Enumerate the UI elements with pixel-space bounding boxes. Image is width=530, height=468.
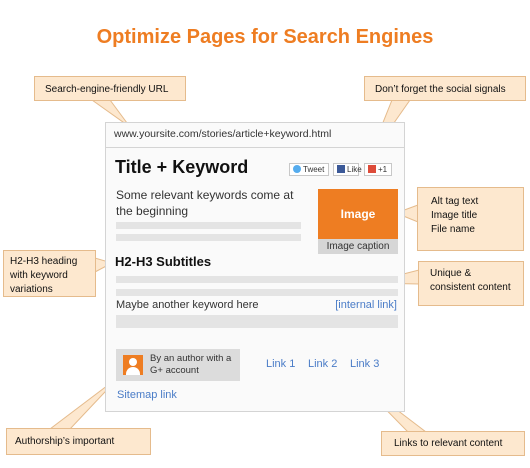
alt-callout-line: File name bbox=[431, 224, 475, 235]
h2-callout-line: H2-H3 heading bbox=[10, 256, 78, 267]
text-placeholder-bar bbox=[116, 289, 398, 296]
related-link-3: Link 3 bbox=[350, 358, 380, 370]
like-button: Like bbox=[333, 163, 362, 176]
authorship-callout: Authorship’s important bbox=[6, 428, 151, 455]
internal-link: [internal link] bbox=[335, 299, 397, 311]
related-link-1: Link 1 bbox=[266, 358, 296, 370]
text-placeholder-bar bbox=[116, 222, 301, 229]
another-keyword-text: Maybe another keyword here bbox=[116, 299, 259, 311]
url-divider bbox=[106, 147, 404, 148]
diagram-title: Optimize Pages for Search Engines bbox=[96, 26, 434, 48]
related-link-2: Link 2 bbox=[308, 358, 338, 370]
author-text: By an author with a G+ account bbox=[150, 353, 232, 376]
google-plus-icon bbox=[368, 165, 376, 173]
social-callout: Don’t forget the social signals bbox=[364, 76, 526, 101]
alt-tag-callout: Alt tag text Image title File name bbox=[417, 187, 524, 251]
tweet-button: Tweet bbox=[289, 163, 329, 176]
h2-callout-line: with keyword bbox=[10, 270, 68, 281]
url-callout: Search-engine-friendly URL bbox=[34, 76, 186, 101]
alt-callout-line: Alt tag text bbox=[431, 196, 479, 207]
page-heading: Title + Keyword bbox=[115, 157, 249, 177]
unique-content-callout: Unique & consistent content bbox=[418, 261, 524, 306]
image-caption: Image caption bbox=[318, 239, 398, 254]
text-placeholder-bar bbox=[116, 321, 398, 328]
author-box: By an author with a G+ account bbox=[116, 349, 240, 381]
text-placeholder-bar bbox=[116, 276, 398, 283]
keyword-paragraph: Some relevant keywords come at the begin… bbox=[116, 188, 294, 218]
h2-heading-callout: H2-H3 heading with keyword variations bbox=[3, 250, 96, 297]
plus-one-label: +1 bbox=[378, 165, 388, 174]
tweet-label: Tweet bbox=[303, 165, 325, 174]
author-avatar-icon bbox=[123, 355, 143, 375]
unique-callout-line: Unique & bbox=[430, 268, 472, 279]
twitter-icon bbox=[293, 165, 301, 173]
alt-callout-line: Image title bbox=[431, 210, 478, 221]
like-label: Like bbox=[347, 165, 362, 174]
links-callout: Links to relevant content bbox=[381, 431, 525, 456]
facebook-icon bbox=[337, 165, 345, 173]
text-placeholder-bar bbox=[116, 234, 301, 241]
page-url: www.yoursite.com/stories/article+keyword… bbox=[114, 128, 332, 140]
h2-callout-line: variations bbox=[10, 284, 53, 295]
sitemap-link: Sitemap link bbox=[117, 389, 177, 401]
web-page-mockup: www.yoursite.com/stories/article+keyword… bbox=[105, 122, 405, 412]
plus-one-button: +1 bbox=[364, 163, 392, 176]
subtitle-heading: H2-H3 Subtitles bbox=[115, 254, 212, 269]
unique-callout-line: consistent content bbox=[430, 282, 511, 293]
image-placeholder: Image bbox=[318, 189, 398, 239]
